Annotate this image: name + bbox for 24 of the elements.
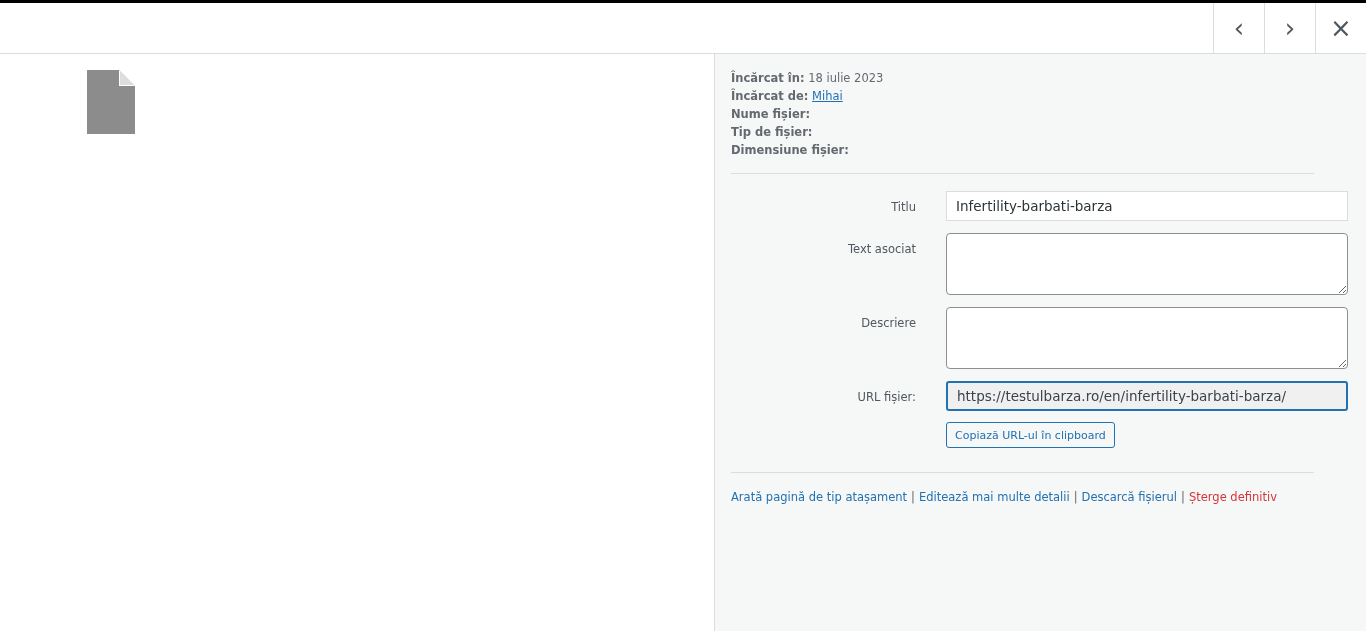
field-label: Titlu (890, 199, 916, 214)
url-field[interactable]: https://testulbarza.ro/en/infertility-barbati-barza/ (946, 381, 1348, 411)
meta-label: Nume fișier: (731, 107, 810, 121)
action-link[interactable]: Descarcă fișierul (1081, 490, 1178, 504)
separator: | (911, 490, 915, 504)
title-field[interactable]: Infertility-barbati-barza (946, 191, 1348, 221)
separator: | (1181, 490, 1185, 504)
field-label: Text asociat (846, 241, 916, 256)
delete-link[interactable]: Șterge definitiv (1188, 490, 1277, 504)
separator: | (1073, 490, 1078, 504)
meta-label: Încărcat de: (731, 89, 809, 103)
meta-label: Încărcat în: (731, 71, 805, 85)
meta-label: Dimensiune fișier: (731, 143, 849, 157)
action-link[interactable]: Arată pagină de tip atașament (731, 490, 908, 504)
meta-value: 18 iulie 2023 (808, 71, 884, 85)
document-icon (87, 70, 135, 134)
copy-url-button[interactable]: Copiază URL-ul în clipboard (946, 422, 1115, 448)
text-area[interactable] (946, 233, 1348, 295)
field-label: Descriere (860, 315, 916, 330)
field-label: URL fișier: (856, 389, 916, 404)
meta-label: Tip de fișier: (731, 125, 813, 139)
action-link[interactable]: Editează mai multe detalii (918, 490, 1070, 504)
uploader-link[interactable]: Mihai (812, 89, 843, 103)
text-area[interactable] (946, 307, 1348, 369)
